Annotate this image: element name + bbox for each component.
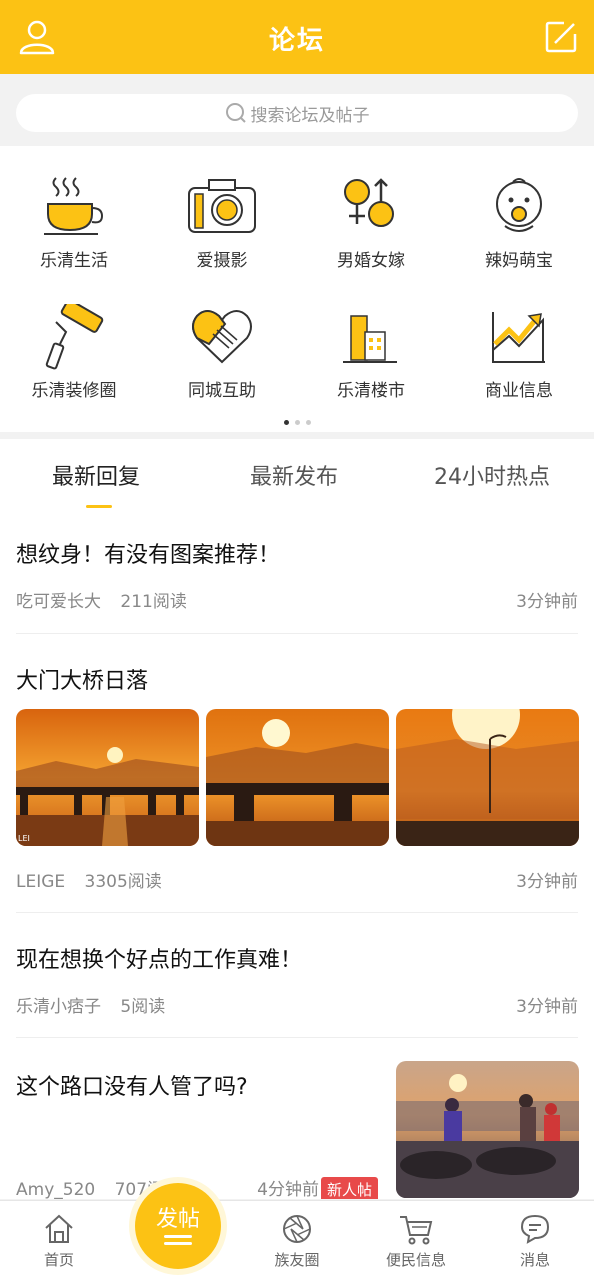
category-item-life[interactable]: 乐清生活	[0, 174, 148, 304]
post-title: 想纹身！有没有图案推荐！	[16, 543, 281, 568]
post-title: 这个路口没有人管了吗?	[16, 1075, 248, 1100]
gender-icon	[344, 178, 394, 227]
post-feed: 最新回复 最新发布 24小时热点 想纹身！有没有图案推荐！ 吃可爱长大 211阅…	[0, 439, 594, 1199]
page-indicator	[0, 410, 594, 425]
tab-friends-circle[interactable]: 族友圈	[252, 1213, 342, 1270]
trend-chart-icon	[492, 312, 545, 363]
page-dot	[283, 420, 289, 425]
post-photo[interactable]	[206, 709, 389, 846]
menu-lines-icon	[164, 1235, 192, 1249]
home-icon	[45, 1214, 73, 1243]
post-reads: 3305阅读	[84, 872, 162, 892]
category-label: 男婚女嫁	[337, 251, 405, 271]
post-meta: 乐清小痞子 5阅读 3分钟前	[16, 992, 578, 1017]
coffee-cup-icon	[44, 177, 104, 235]
post-meta: 吃可爱长大 211阅读 3分钟前	[16, 587, 578, 612]
post-title: 大门大桥日落	[16, 669, 149, 694]
list-item[interactable]: 想纹身！有没有图案推荐！ 吃可爱长大 211阅读 3分钟前	[16, 537, 578, 617]
paint-roller-icon	[45, 304, 104, 370]
search-input[interactable]: 搜索论坛及帖子	[16, 94, 578, 132]
message-icon	[520, 1214, 550, 1244]
post-time: 3分钟前	[516, 997, 578, 1017]
tab-label: 首页	[43, 1251, 74, 1269]
feed-tabs: 最新回复 最新发布 24小时热点	[0, 439, 594, 523]
active-tab-indicator	[86, 505, 112, 508]
tab-messages[interactable]: 消息	[490, 1213, 580, 1270]
list-item[interactable]: 这个路口没有人管了吗? Amy_520 707阅 4分钟前 新人帖	[16, 1061, 579, 1199]
search-bar-area: 搜索论坛及帖子	[0, 74, 594, 146]
post-reads: 211阅读	[120, 592, 187, 612]
aperture-icon	[283, 1215, 311, 1243]
category-label: 乐清装修圈	[31, 381, 117, 401]
tab-convenience-info[interactable]: 便民信息	[371, 1213, 461, 1270]
post-photo[interactable]	[396, 1061, 579, 1198]
list-item[interactable]: 大门大桥日落 LEI LEIGE 3305阅读 3分钟前	[16, 663, 579, 893]
baby-icon	[496, 178, 542, 232]
page-dot	[294, 420, 300, 425]
post-time: 4分钟前	[257, 1180, 319, 1199]
search-icon	[225, 103, 246, 123]
camera-icon	[188, 179, 256, 233]
new-post-label: 发帖	[155, 1207, 200, 1232]
category-label: 乐清楼市	[337, 381, 405, 401]
new-user-badge: 新人帖	[320, 1177, 378, 1199]
post-photo[interactable]	[396, 709, 579, 846]
post-time: 3分钟前	[516, 592, 578, 612]
list-item[interactable]: 现在想换个好点的工作真难！ 乐清小痞子 5阅读 3分钟前	[16, 942, 578, 1022]
post-title: 现在想换个好点的工作真难！	[16, 948, 303, 973]
post-author: Amy_520	[16, 1180, 96, 1199]
tab-latest-reply[interactable]: 最新回复	[52, 459, 140, 491]
tab-home[interactable]: 首页	[14, 1213, 104, 1270]
category-item-photography[interactable]: 爱摄影	[148, 174, 296, 304]
building-icon	[343, 315, 397, 363]
tab-latest-post[interactable]: 最新发布	[250, 459, 338, 491]
category-grid: 乐清生活 爱摄影 男婚女嫁 辣妈萌宝 乐清装修圈 同城互助 乐清楼市 商业信息	[0, 146, 594, 432]
compose-icon[interactable]	[544, 20, 578, 54]
category-label: 辣妈萌宝	[485, 251, 553, 271]
post-author: 乐清小痞子	[16, 997, 101, 1017]
tab-label: 便民信息	[385, 1251, 446, 1269]
divider	[16, 912, 578, 913]
app-header: 论坛	[0, 0, 594, 74]
post-time-wrap: 4分钟前 新人帖	[257, 1175, 378, 1199]
category-item-marriage[interactable]: 男婚女嫁	[297, 174, 445, 304]
divider	[16, 633, 578, 634]
category-item-baby[interactable]: 辣妈萌宝	[445, 174, 593, 304]
category-label: 商业信息	[485, 381, 553, 401]
cart-icon	[400, 1216, 433, 1245]
category-label: 爱摄影	[196, 251, 248, 271]
new-post-button[interactable]: 发帖	[135, 1183, 221, 1269]
post-author: LEIGE	[16, 872, 66, 892]
post-reads: 5阅读	[120, 997, 166, 1017]
category-label: 乐清生活	[40, 251, 108, 271]
divider	[16, 1037, 578, 1038]
post-meta: LEIGE 3305阅读 3分钟前	[16, 867, 578, 892]
tab-label: 消息	[519, 1251, 550, 1269]
heart-hands-icon	[192, 310, 252, 364]
page-title: 论坛	[268, 26, 325, 56]
category-label: 同城互助	[188, 381, 256, 401]
tab-label: 族友圈	[274, 1251, 320, 1269]
search-placeholder: 搜索论坛及帖子	[250, 105, 370, 126]
tab-24h-hot[interactable]: 24小时热点	[434, 459, 550, 491]
post-author: 吃可爱长大	[16, 592, 101, 612]
photo-watermark: LEI	[18, 834, 30, 843]
page-dot	[305, 420, 311, 425]
bottom-tab-bar: 首页 族友圈 便民信息 消息	[0, 1200, 594, 1280]
post-photo[interactable]: LEI	[16, 709, 199, 846]
post-time: 3分钟前	[516, 872, 578, 892]
